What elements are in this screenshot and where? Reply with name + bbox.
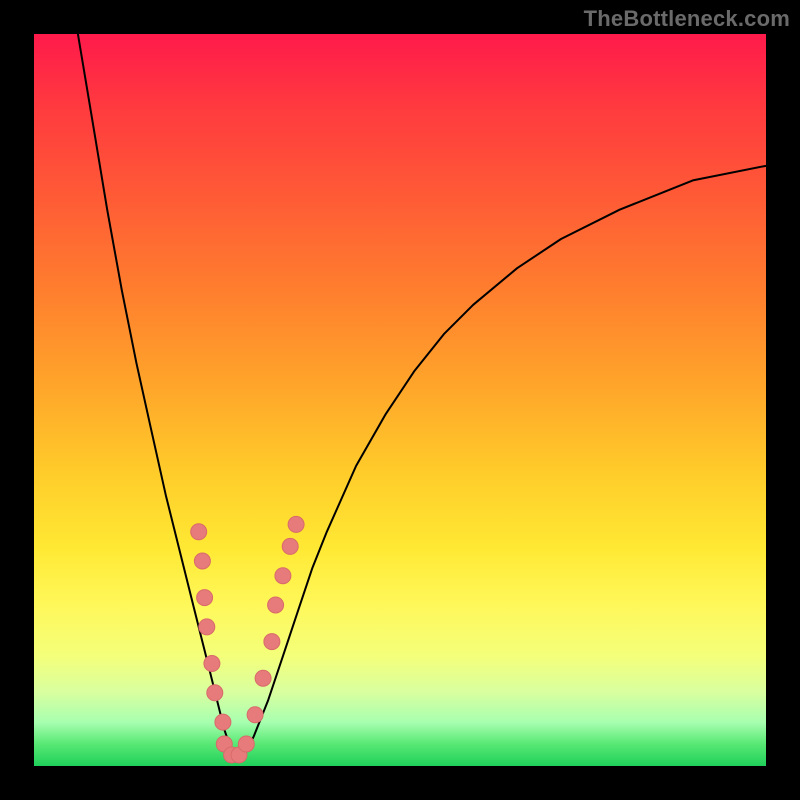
chart-frame: TheBottleneck.com — [0, 0, 800, 800]
sample-point — [264, 634, 280, 650]
sample-point — [282, 538, 298, 554]
sample-point — [194, 553, 210, 569]
chart-svg — [34, 34, 766, 766]
plot-area — [34, 34, 766, 766]
sample-point — [268, 597, 284, 613]
curve-series — [78, 34, 766, 759]
sample-point — [215, 714, 231, 730]
sample-point — [199, 619, 215, 635]
sample-point — [238, 736, 254, 752]
sample-point — [255, 670, 271, 686]
bottleneck-curve — [78, 34, 766, 759]
sample-point — [247, 707, 263, 723]
sample-point — [204, 656, 220, 672]
sample-point — [207, 685, 223, 701]
sample-point — [275, 568, 291, 584]
sample-point — [197, 590, 213, 606]
sample-point — [191, 524, 207, 540]
watermark-text: TheBottleneck.com — [584, 6, 790, 32]
sample-point — [288, 516, 304, 532]
sample-markers — [191, 516, 304, 763]
